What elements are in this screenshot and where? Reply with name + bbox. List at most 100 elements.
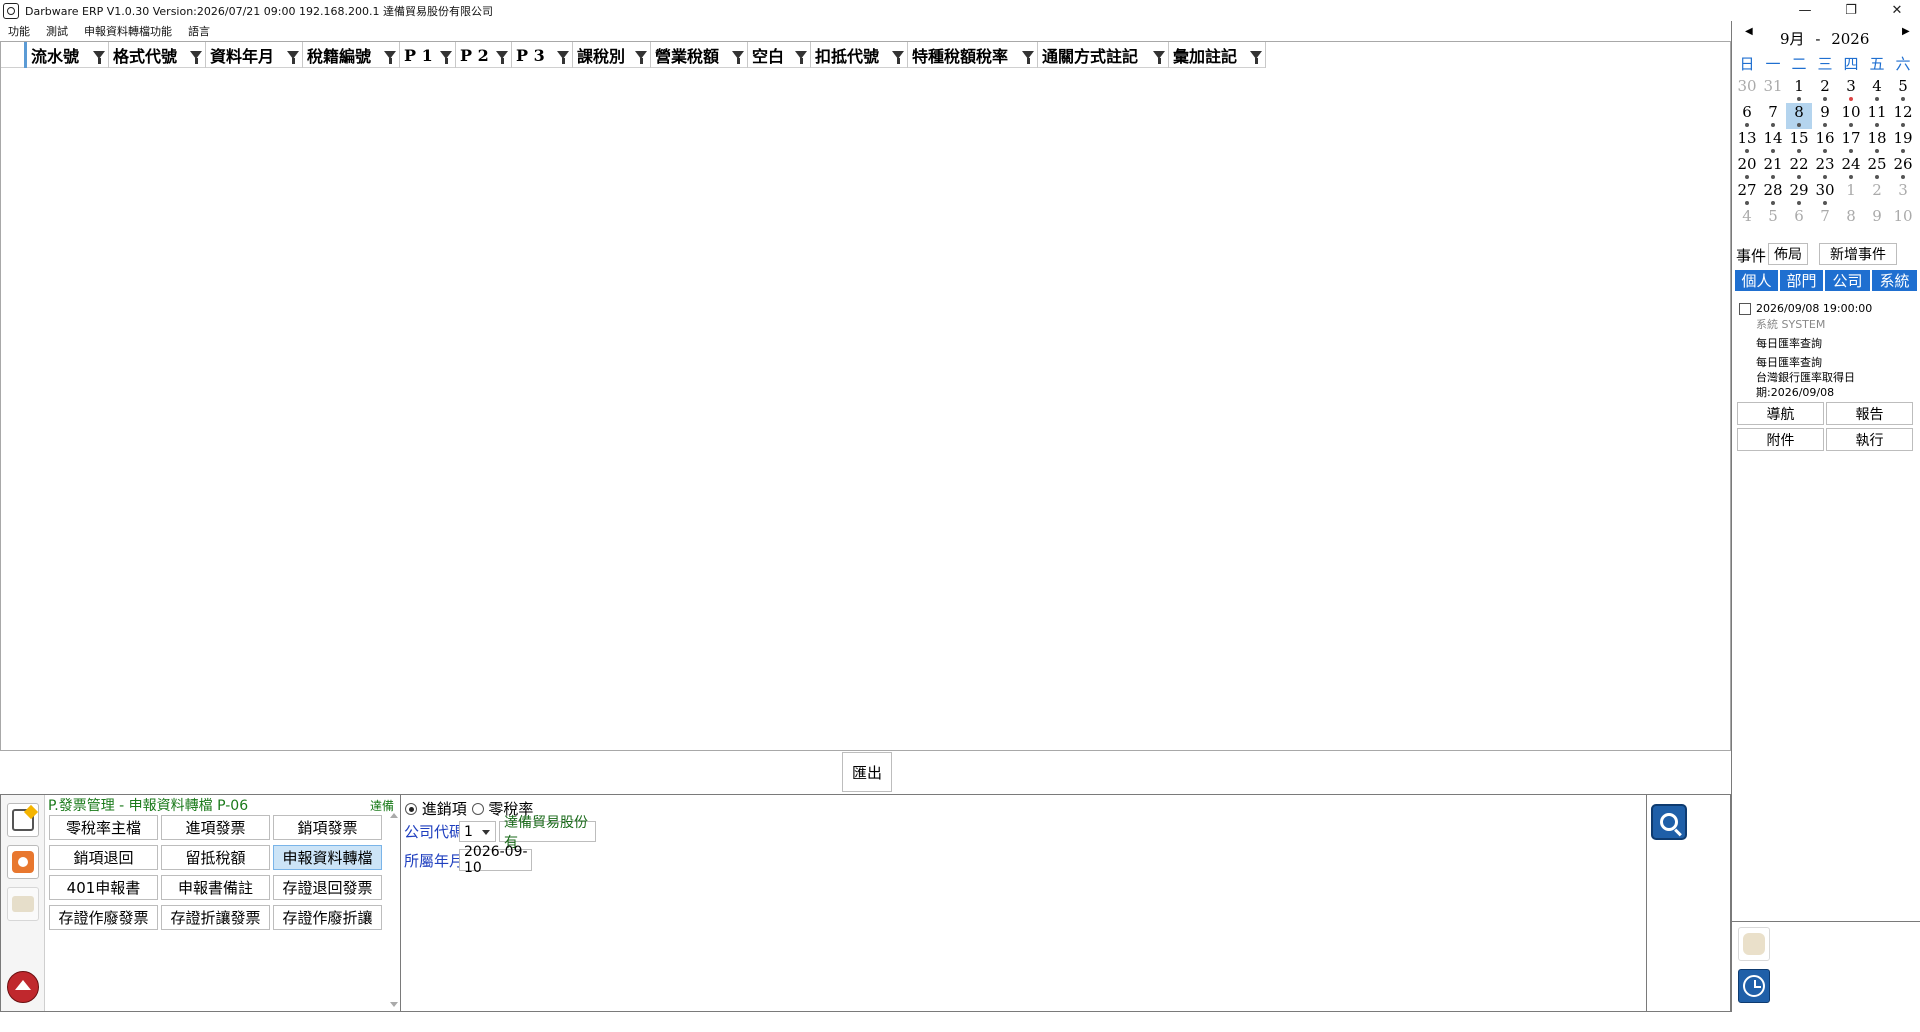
menu-function[interactable]: 功能 [0,23,38,39]
report-convert-button[interactable]: 申報資料轉檔 [273,845,382,870]
sales-return-button[interactable]: 銷項退回 [49,845,158,870]
certified-void-invoice-button[interactable]: 存證作廢發票 [49,905,158,930]
calendar-day[interactable]: 20 [1734,155,1760,181]
filter-icon[interactable] [440,51,452,64]
calendar-day[interactable]: 18 [1864,129,1890,155]
tab-department[interactable]: 部門 [1780,270,1823,291]
tab-personal[interactable]: 個人 [1735,270,1778,291]
period-input[interactable]: 2026-09-10 [459,844,532,876]
calendar-day[interactable]: 3 [1890,181,1916,207]
column-header-tax-type[interactable]: 課稅別 [573,42,651,68]
column-header-p1[interactable]: P 1 [400,42,456,68]
attachment-button[interactable]: 附件 [1737,428,1824,451]
calendar-day[interactable]: 2 [1812,77,1838,103]
column-header-special-tax-rate[interactable]: 特種稅額稅率 [908,42,1038,68]
calendar-day[interactable]: 26 [1890,155,1916,181]
output-invoice-button[interactable]: 銷項發票 [273,815,382,840]
folder-icon[interactable] [7,887,39,921]
certified-return-invoice-button[interactable]: 存證退回發票 [273,875,382,900]
chevron-down-icon[interactable] [482,830,490,835]
column-header-format-code[interactable]: 格式代號 [109,42,206,68]
flower-icon[interactable] [7,845,39,879]
calendar-day[interactable]: 5 [1760,207,1786,233]
calendar-day[interactable]: 4 [1864,77,1890,103]
column-header-aggregate-note[interactable]: 彙加註記 [1169,42,1266,68]
calendar-day[interactable]: 19 [1890,129,1916,155]
calendar-day[interactable]: 24 [1838,155,1864,181]
calendar-day[interactable]: 14 [1760,129,1786,155]
calendar-day[interactable]: 2 [1864,181,1890,207]
calendar-day[interactable]: 10 [1890,207,1916,233]
filter-icon[interactable] [795,51,807,64]
filter-icon[interactable] [496,51,508,64]
robot-icon[interactable] [1738,927,1770,961]
calendar-year[interactable]: 2026 [1831,30,1869,48]
calendar-day[interactable]: 11 [1864,103,1890,129]
certified-void-allowance-button[interactable]: 存證作廢折讓 [273,905,382,930]
calendar-day[interactable]: 1 [1838,181,1864,207]
tab-system[interactable]: 系統 [1872,270,1917,291]
data-grid[interactable]: 流水號 格式代號 資料年月 稅籍編號 P 1 P 2 P 3 課稅別 營業稅額 … [0,41,1731,751]
calendar-day[interactable]: 12 [1890,103,1916,129]
menu-test[interactable]: 測試 [38,23,76,39]
filter-icon[interactable] [557,51,569,64]
upload-icon[interactable] [7,971,39,1003]
calendar-next-icon[interactable]: ▶ [1902,26,1910,37]
radio-in-out-label[interactable]: 進銷項 [422,800,467,818]
calendar-day[interactable]: 6 [1734,103,1760,129]
form-401-button[interactable]: 401申報書 [49,875,158,900]
zero-tax-master-button[interactable]: 零稅率主檔 [49,815,158,840]
filter-icon[interactable] [287,51,299,64]
radio-zero-tax[interactable] [471,803,484,815]
layout-button[interactable]: 佈局 [1768,243,1808,265]
filter-icon[interactable] [635,51,647,64]
report-remarks-button[interactable]: 申報書備註 [161,875,270,900]
filter-icon[interactable] [1153,51,1165,64]
calendar-prev-icon[interactable]: ◀ [1745,26,1753,37]
scroll-up-icon[interactable] [390,813,398,818]
report-button[interactable]: 報告 [1826,402,1913,425]
input-invoice-button[interactable]: 進項發票 [161,815,270,840]
calendar-day[interactable]: 15 [1786,129,1812,155]
export-button[interactable]: 匯出 [842,752,892,792]
execute-button[interactable]: 執行 [1826,428,1913,451]
clock-icon[interactable] [1738,969,1770,1003]
filter-icon[interactable] [1250,51,1262,64]
column-header-blank[interactable]: 空白 [748,42,811,68]
column-header-tax-id[interactable]: 稅籍編號 [303,42,400,68]
calendar-day[interactable]: 4 [1734,207,1760,233]
calendar-day[interactable]: 30 [1812,181,1838,207]
add-event-button[interactable]: 新增事件 [1819,243,1897,265]
maximize-button[interactable]: ❐ [1828,0,1874,21]
calendar-day[interactable]: 8 [1786,103,1812,129]
filter-icon[interactable] [732,51,744,64]
calendar-day[interactable]: 30 [1734,77,1760,103]
notes-icon[interactable] [7,803,39,837]
certified-allowance-invoice-button[interactable]: 存證折讓發票 [161,905,270,930]
calendar-day[interactable]: 16 [1812,129,1838,155]
calendar-month[interactable]: 9月 [1780,30,1805,48]
close-button[interactable]: ✕ [1874,0,1920,21]
calendar-day[interactable]: 27 [1734,181,1760,207]
column-header-p2[interactable]: P 2 [456,42,512,68]
filter-icon[interactable] [1022,51,1034,64]
company-code-select[interactable]: 1 [459,821,496,842]
radio-in-out[interactable] [405,803,417,815]
column-header-customs-note[interactable]: 通關方式註記 [1038,42,1169,68]
menu-scrollbar[interactable] [388,811,400,1009]
filter-icon[interactable] [892,51,904,64]
calendar-day[interactable]: 1 [1786,77,1812,103]
calendar-day[interactable]: 5 [1890,77,1916,103]
calendar-day[interactable]: 22 [1786,155,1812,181]
event-datetime[interactable]: 2026/09/08 19:00:00 [1756,302,1872,315]
column-header-data-month[interactable]: 資料年月 [206,42,303,68]
calendar-day[interactable]: 8 [1838,207,1864,233]
retained-tax-button[interactable]: 留抵稅額 [161,845,270,870]
filter-icon[interactable] [190,51,202,64]
menu-report-convert[interactable]: 申報資料轉檔功能 [76,23,180,39]
calendar-day[interactable]: 10 [1838,103,1864,129]
calendar-day[interactable]: 9 [1812,103,1838,129]
filter-icon[interactable] [93,51,105,64]
navigate-button[interactable]: 導航 [1737,402,1824,425]
column-header-p3[interactable]: P 3 [512,42,573,68]
